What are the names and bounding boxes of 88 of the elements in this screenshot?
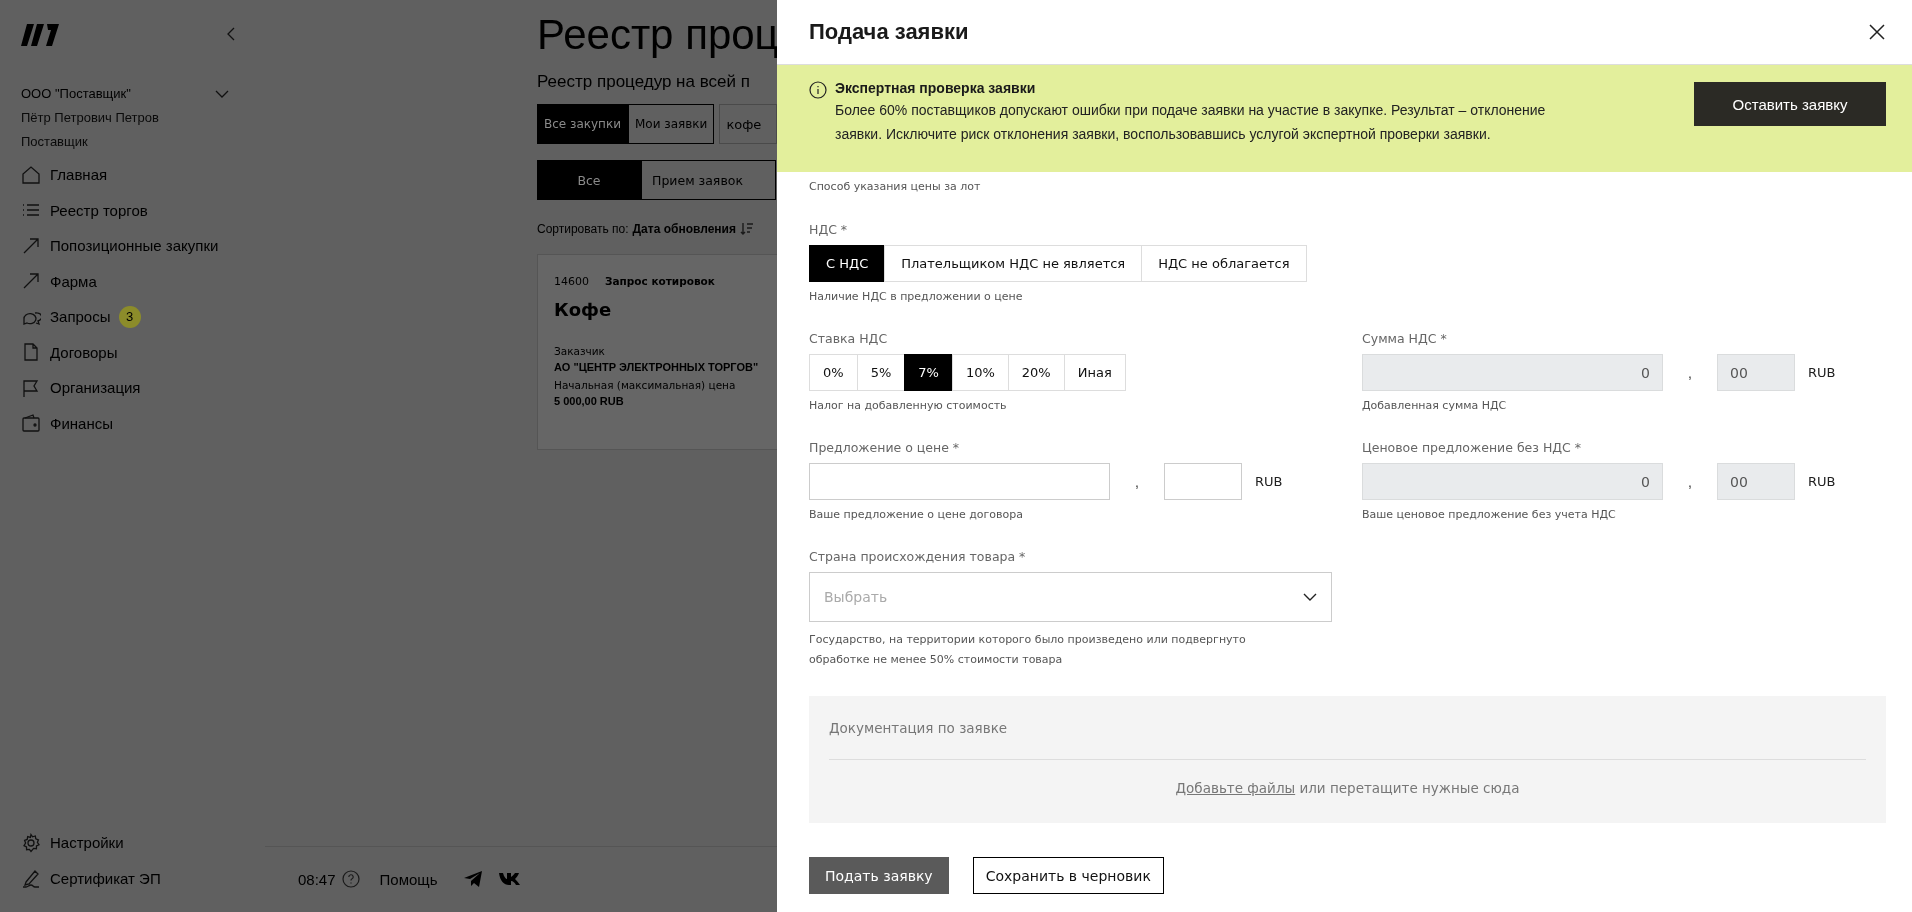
nav-item[interactable]: Реестр торгов — [21, 192, 148, 228]
procedure-type: Запрос котировок — [605, 275, 715, 287]
add-files-link[interactable]: Добавьте файлы — [1175, 780, 1296, 796]
option-button[interactable]: Плательщиком НДС не является — [884, 245, 1143, 282]
clock-time: 08:47 — [298, 870, 336, 888]
option-button[interactable]: 10% — [951, 354, 1009, 391]
dialog-title: Подача заявки — [809, 19, 969, 45]
collapse-button[interactable] — [225, 27, 237, 41]
field-label: НДС * — [809, 222, 849, 237]
user-role: Поставщик — [21, 134, 89, 149]
field-label: Ставка НДС — [809, 331, 889, 346]
help-link[interactable]: Помощь — [379, 870, 438, 888]
price-label: Начальная (максимальная) цена — [554, 379, 737, 391]
field-label: Предложение о цене * — [809, 440, 961, 455]
option-button[interactable]: 5% — [856, 354, 906, 391]
currency-label: RUB — [1808, 474, 1836, 489]
currency-label: RUB — [1808, 365, 1836, 380]
separator: , — [1687, 473, 1693, 490]
filter-tab[interactable]: Все — [537, 160, 641, 200]
banner-text: Более 60% поставщиков допускают ошибки при подаче заявки на участие в закупке. Результат – отклонение заявки. Исключите риск отклонения заявки, воспользовавшись услугой экспертной проверки заявки. — [835, 101, 1547, 144]
save-draft-button[interactable]: Сохранить в черновик — [972, 857, 1164, 894]
field-hint: Способ указания цены за лот — [809, 180, 982, 194]
count-badge: 3 — [118, 305, 141, 328]
nav-item[interactable]: Финансы — [21, 405, 113, 441]
search-field[interactable]: кофе — [719, 104, 777, 144]
order-check-button[interactable]: Оставить заявку — [1694, 82, 1886, 126]
settings-icon — [21, 832, 41, 853]
nav-item[interactable]: Сертификат ЭП — [21, 860, 161, 896]
field-hint: Добавленная сумма НДС — [1362, 399, 1508, 413]
arrow-icon — [21, 235, 41, 256]
wallet-icon — [21, 413, 41, 434]
field-label: Страна происхождения товара * — [809, 549, 1027, 564]
page-subtitle: Реестр процедур на всей п — [537, 72, 751, 92]
panel-title: Документация по заявке — [829, 696, 1866, 760]
nav-item[interactable]: Попозиционные закупки — [21, 228, 219, 264]
price-value: 5 000,00 RUB — [554, 395, 625, 407]
nav-item[interactable]: Главная — [21, 157, 108, 193]
sort-value[interactable]: Дата обновления — [632, 222, 736, 236]
option-button[interactable]: НДС не облагается — [1141, 245, 1307, 282]
field-hint: Ваше предложение о цене договора — [809, 508, 1024, 522]
field-label: Ценовое предложение без НДС * — [1362, 440, 1583, 455]
tab[interactable]: Мои заявки — [628, 104, 715, 144]
field-hint: Налог на добавленную стоимость — [809, 399, 1008, 413]
paper-plane-icon[interactable] — [463, 870, 484, 888]
home-icon — [21, 164, 41, 185]
chevron-down-icon — [1303, 593, 1317, 601]
flag-icon — [21, 377, 41, 398]
separator: , — [1687, 364, 1693, 381]
option-button[interactable]: 7% — [904, 354, 953, 391]
field-hint: Наличие НДС в предложении о цене — [809, 290, 1024, 304]
nav-item[interactable]: Настройки — [21, 825, 124, 861]
nav-item[interactable]: Договоры — [21, 334, 118, 370]
user-name: Пётр Петрович Петров — [21, 110, 160, 125]
nav-item[interactable]: Запросы — [21, 299, 111, 335]
sort-label: Сортировать по: — [537, 222, 629, 236]
nav-item[interactable]: Организация — [21, 370, 141, 406]
customer-label: Заказчик — [554, 345, 606, 357]
cents-field[interactable] — [1164, 463, 1242, 500]
field-label: Сумма НДС * — [1362, 331, 1448, 346]
amount-field[interactable] — [809, 463, 1110, 500]
info-icon — [809, 81, 827, 99]
procedure-card[interactable]: 14600 Запрос котировок Кофе Заказчик АО "ЦЕНТР ЭЛЕКТРОННЫХ ТОРГОВ" Начальная (максимальная) цена 5 000,00 RUB — [537, 254, 777, 450]
organization-name: ООО "Поставщик" — [21, 86, 131, 101]
procedure-number: 14600 — [554, 275, 589, 288]
signature-icon — [21, 868, 41, 889]
document-icon — [21, 342, 41, 363]
filter-tab[interactable]: Прием заявок — [641, 160, 776, 200]
customer-name: АО "ЦЕНТР ЭЛЕКТРОННЫХ ТОРГОВ" — [554, 361, 760, 373]
sort-icon[interactable] — [739, 222, 754, 236]
logo-icon — [21, 22, 59, 46]
option-button[interactable]: С НДС — [809, 245, 886, 282]
vk-icon[interactable] — [499, 872, 522, 886]
separator: , — [1134, 473, 1140, 490]
option-button[interactable]: Иная — [1063, 354, 1126, 391]
field-hint: Государство, на территории которого было произведено или подвергнуто обработке не менее 50% стоимости товара — [809, 632, 1247, 668]
help-icon[interactable] — [341, 870, 360, 888]
tab[interactable]: Все закупки — [537, 104, 628, 144]
upload-text: Добавьте файлы или перетащите нужные сюда — [1174, 780, 1521, 796]
option-button[interactable]: 0% — [809, 354, 858, 391]
close-button[interactable] — [1868, 23, 1886, 41]
submit-button[interactable]: Подать заявку — [809, 857, 949, 894]
nav-item[interactable]: Фарма — [21, 263, 97, 299]
currency-label: RUB — [1255, 474, 1283, 489]
banner-title: Экспертная проверка заявки — [835, 80, 1037, 96]
procedure-title: Кофе — [554, 299, 613, 320]
field-hint: Ваше ценовое предложение без учета НДС — [1362, 508, 1617, 522]
option-button[interactable]: 20% — [1007, 354, 1065, 391]
chevron-down-icon[interactable] — [215, 89, 229, 98]
